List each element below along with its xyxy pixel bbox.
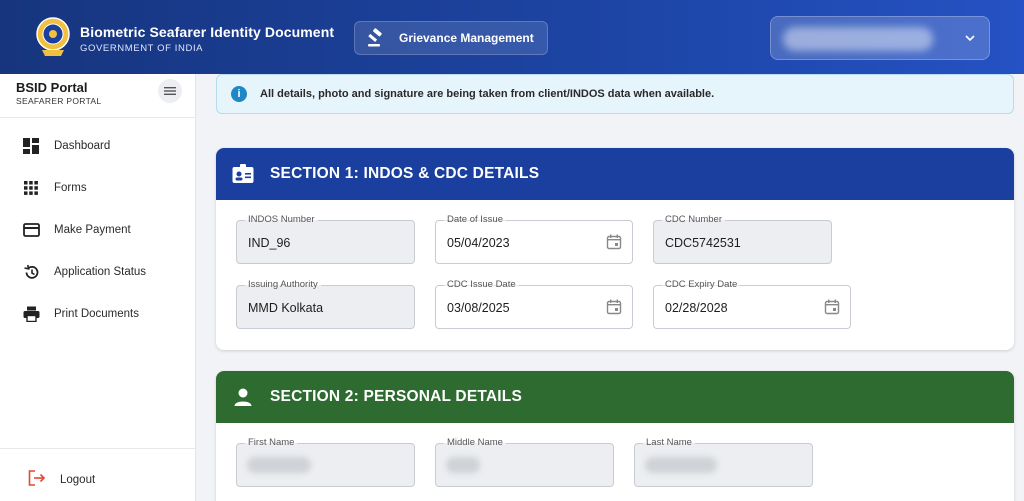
user-name-redacted <box>783 27 933 51</box>
calendar-icon[interactable] <box>606 299 622 315</box>
calendar-icon[interactable] <box>824 299 840 315</box>
dashboard-icon <box>22 137 40 155</box>
middle-name-redacted <box>446 457 480 473</box>
sidebar-item-label: Application Status <box>54 266 147 278</box>
section-2-title: SECTION 2: PERSONAL DETAILS <box>270 388 522 405</box>
cdc-issue-date-field[interactable]: CDC Issue Date 03/08/2025 <box>435 279 633 329</box>
user-menu[interactable] <box>770 16 990 60</box>
field-label: Middle Name <box>444 437 506 449</box>
sidebar-item-application-status[interactable]: Application Status <box>0 254 195 290</box>
sidebar-header: BSID Portal SEAFARER PORTAL <box>0 74 195 118</box>
person-icon <box>232 386 254 408</box>
section-1-header: SECTION 1: INDOS & CDC DETAILS <box>216 148 1014 200</box>
section-2-card: SECTION 2: PERSONAL DETAILS First Name M… <box>216 371 1014 501</box>
date-of-issue-field[interactable]: Date of Issue 05/04/2023 <box>435 214 633 264</box>
sidebar: BSID Portal SEAFARER PORTAL Dashboard Fo… <box>0 74 196 501</box>
sidebar-item-label: Print Documents <box>54 308 140 320</box>
grievance-management-button[interactable]: Grievance Management <box>354 21 548 55</box>
field-value: MMD Kolkata <box>248 301 324 315</box>
brand: Biometric Seafarer Identity Document GOV… <box>80 24 334 54</box>
emblem-logo-icon <box>36 17 70 56</box>
sidebar-item-label: Dashboard <box>54 140 111 152</box>
portal-title: BSID Portal <box>16 80 88 95</box>
id-card-icon <box>232 163 254 185</box>
info-banner-text: All details, photo and signature are bei… <box>260 88 715 100</box>
chevron-down-icon <box>965 35 975 42</box>
credit-card-icon <box>22 221 40 239</box>
info-icon: i <box>231 86 247 102</box>
field-label: Issuing Authority <box>245 279 321 291</box>
field-value: 02/28/2028 <box>665 301 728 315</box>
app-title: Biometric Seafarer Identity Document <box>80 24 335 40</box>
sidebar-item-dashboard[interactable]: Dashboard <box>0 128 195 164</box>
first-name-field[interactable]: First Name <box>236 437 415 487</box>
cdc-number-field[interactable]: CDC Number CDC5742531 <box>653 214 832 264</box>
section-2-header: SECTION 2: PERSONAL DETAILS <box>216 371 1014 423</box>
first-name-redacted <box>247 457 311 473</box>
field-label: Date of Issue <box>444 214 506 226</box>
last-name-field[interactable]: Last Name <box>634 437 813 487</box>
hamburger-icon <box>164 87 176 95</box>
logout-button[interactable]: Logout <box>0 448 195 501</box>
sidebar-item-make-payment[interactable]: Make Payment <box>0 212 195 248</box>
sidebar-item-label: Forms <box>54 182 87 194</box>
field-label: CDC Issue Date <box>444 279 519 291</box>
field-label: Last Name <box>643 437 695 449</box>
portal-subtitle: SEAFARER PORTAL <box>16 96 102 106</box>
calendar-icon[interactable] <box>606 234 622 250</box>
grid-icon <box>22 179 40 197</box>
section-1-title: SECTION 1: INDOS & CDC DETAILS <box>270 165 540 182</box>
cdc-expiry-date-field[interactable]: CDC Expiry Date 02/28/2028 <box>653 279 851 329</box>
issuing-authority-field[interactable]: Issuing Authority MMD Kolkata <box>236 279 415 329</box>
middle-name-field[interactable]: Middle Name <box>435 437 614 487</box>
menu-toggle-button[interactable] <box>158 79 182 103</box>
field-value: IND_96 <box>248 236 291 250</box>
gavel-icon <box>365 27 387 49</box>
app-subtitle: GOVERNMENT OF INDIA <box>80 43 204 54</box>
logout-icon <box>28 469 46 487</box>
field-label: INDOS Number <box>245 214 318 226</box>
field-value: 05/04/2023 <box>447 236 510 250</box>
top-header: Biometric Seafarer Identity Document GOV… <box>0 0 1024 74</box>
indos-number-field[interactable]: INDOS Number IND_96 <box>236 214 415 264</box>
field-label: CDC Expiry Date <box>662 279 741 291</box>
field-label: CDC Number <box>662 214 726 226</box>
logout-label: Logout <box>60 474 96 486</box>
printer-icon <box>22 305 40 323</box>
last-name-redacted <box>645 457 717 473</box>
section-1-card: SECTION 1: INDOS & CDC DETAILS INDOS Num… <box>216 148 1014 350</box>
grievance-label: Grievance Management <box>399 31 534 45</box>
sidebar-item-print-documents[interactable]: Print Documents <box>0 296 195 332</box>
field-value: 03/08/2025 <box>447 301 510 315</box>
sidebar-item-label: Make Payment <box>54 224 131 236</box>
sidebar-item-forms[interactable]: Forms <box>0 170 195 206</box>
history-icon <box>22 263 40 281</box>
field-label: First Name <box>245 437 298 449</box>
info-banner: i All details, photo and signature are b… <box>216 74 1014 114</box>
field-value: CDC5742531 <box>665 236 741 250</box>
